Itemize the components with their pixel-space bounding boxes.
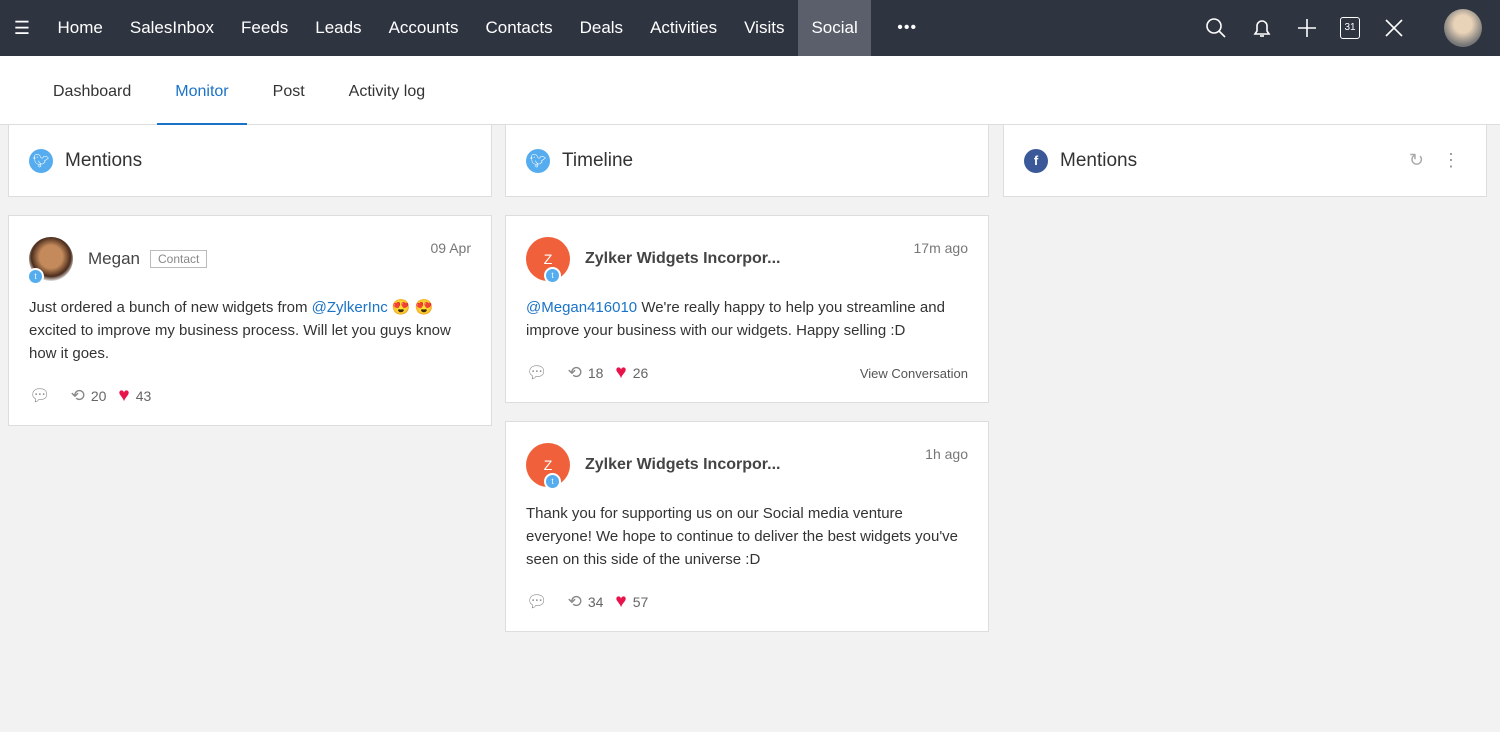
twitter-icon: t <box>544 267 561 284</box>
view-conversation-link[interactable]: View Conversation <box>860 366 968 381</box>
tab-monitor[interactable]: Monitor <box>157 56 247 125</box>
reply-icon[interactable]: 💬︎ <box>526 592 548 612</box>
like-icon[interactable]: ♥ <box>615 591 626 613</box>
timeline-card[interactable]: Zt Zylker Widgets Incorpor... 1h ago Tha… <box>505 421 989 632</box>
nav-leads[interactable]: Leads <box>302 0 375 56</box>
timeline-card[interactable]: Zt Zylker Widgets Incorpor... 17m ago @M… <box>505 215 989 403</box>
like-icon[interactable]: ♥ <box>118 385 129 407</box>
retweet-icon[interactable]: ⟲ <box>568 592 582 612</box>
retweet-count: 18 <box>587 365 604 381</box>
retweet-count: 34 <box>587 594 604 610</box>
menu-icon[interactable]: ☰ <box>0 18 44 39</box>
bell-icon[interactable] <box>1250 16 1274 40</box>
like-count: 26 <box>632 365 649 381</box>
post-text: Thank you for supporting us on our Socia… <box>526 505 959 568</box>
user-avatar[interactable] <box>1444 9 1482 47</box>
nav-visits[interactable]: Visits <box>731 0 798 56</box>
nav-social[interactable]: Social <box>797 0 872 56</box>
tab-activity-log[interactable]: Activity log <box>331 56 443 125</box>
author-name[interactable]: Zylker Widgets Incorpor... <box>585 250 780 268</box>
tools-icon[interactable] <box>1382 16 1406 40</box>
more-icon[interactable]: ••• <box>871 19 943 37</box>
tab-post[interactable]: Post <box>255 56 323 125</box>
nav-salesinbox[interactable]: SalesInbox <box>116 0 227 56</box>
like-count: 57 <box>632 594 649 610</box>
column-title: Mentions <box>65 149 143 171</box>
retweet-icon[interactable]: ⟲ <box>568 363 582 383</box>
reply-icon[interactable]: 💬︎ <box>29 386 51 406</box>
facebook-icon: f <box>1024 148 1048 173</box>
author-name[interactable]: Megan <box>88 249 140 269</box>
twitter-icon: 🐦︎ <box>29 148 53 173</box>
avatar: t <box>27 237 73 285</box>
twitter-mentions-column: 🐦︎ Mentions t Megan Contact 09 Apr Just o… <box>8 125 492 426</box>
nav-deals[interactable]: Deals <box>566 0 636 56</box>
nav-home[interactable]: Home <box>44 0 116 56</box>
author-name[interactable]: Zylker Widgets Incorpor... <box>585 456 780 474</box>
nav-activities[interactable]: Activities <box>637 0 731 56</box>
twitter-timeline-column: 🐦︎ Timeline Zt Zylker Widgets Incorpor...… <box>505 125 989 632</box>
column-title: Mentions <box>1060 149 1138 171</box>
like-count: 43 <box>135 388 152 404</box>
more-options-icon[interactable]: ⋮ <box>1442 150 1460 171</box>
timestamp: 09 Apr <box>430 240 471 256</box>
nav-feeds[interactable]: Feeds <box>227 0 301 56</box>
twitter-icon: t <box>27 268 44 285</box>
twitter-icon: t <box>544 473 561 490</box>
retweet-count: 20 <box>90 388 107 404</box>
facebook-mentions-column: f Mentions ↻ ⋮ <box>1003 125 1487 197</box>
refresh-icon[interactable]: ↻ <box>1409 150 1424 171</box>
nav-contacts[interactable]: Contacts <box>472 0 566 56</box>
mention-link[interactable]: @Megan416010 <box>526 299 637 316</box>
top-nav-bar: ☰ Home SalesInbox Feeds Leads Accounts C… <box>0 0 1500 56</box>
sub-tabs: Dashboard Monitor Post Activity log <box>0 56 1500 125</box>
column-title: Timeline <box>562 149 634 171</box>
nav-accounts[interactable]: Accounts <box>375 0 472 56</box>
mention-link[interactable]: @ZylkerInc <box>312 299 388 316</box>
search-icon[interactable] <box>1204 16 1228 40</box>
calendar-icon[interactable]: 31 <box>1340 17 1360 39</box>
tab-dashboard[interactable]: Dashboard <box>35 56 149 125</box>
mention-card[interactable]: t Megan Contact 09 Apr Just ordered a bu… <box>8 215 492 426</box>
timestamp: 17m ago <box>913 240 968 256</box>
plus-icon[interactable] <box>1296 17 1318 39</box>
retweet-icon[interactable]: ⟲ <box>71 386 85 406</box>
post-text: Just ordered a bunch of new widgets from <box>29 299 312 316</box>
like-icon[interactable]: ♥ <box>615 362 626 384</box>
contact-badge: Contact <box>149 250 208 268</box>
reply-icon[interactable]: 💬︎ <box>526 363 548 383</box>
twitter-icon: 🐦︎ <box>526 148 550 173</box>
timestamp: 1h ago <box>925 446 968 462</box>
